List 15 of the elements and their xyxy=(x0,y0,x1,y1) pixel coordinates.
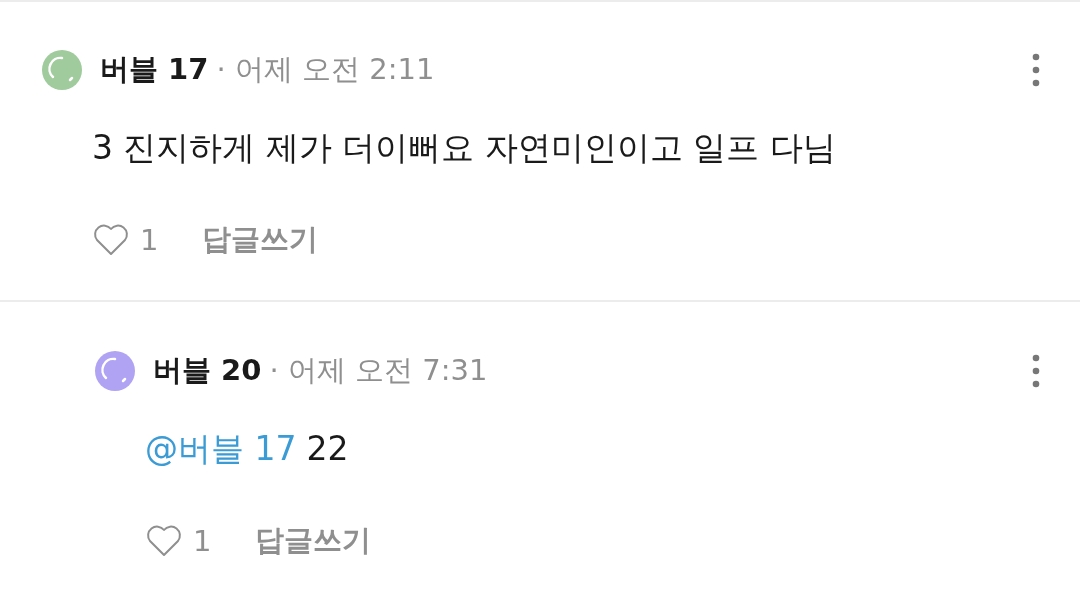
more-options-icon[interactable] xyxy=(1032,354,1040,388)
reply-button[interactable]: 답글쓰기 xyxy=(202,220,319,260)
mention-link[interactable]: @버블 17 xyxy=(145,429,297,468)
like-count: 1 xyxy=(140,223,159,257)
heart-icon[interactable] xyxy=(92,223,130,257)
comment-time: · 어제 오전 7:31 xyxy=(269,352,488,389)
comment-text: 22 xyxy=(306,429,349,468)
heart-icon[interactable] xyxy=(145,524,183,558)
comment-time: · 어제 오전 2:11 xyxy=(216,51,435,88)
reply-button[interactable]: 답글쓰기 xyxy=(255,521,372,561)
author-name[interactable]: 버블 20 xyxy=(153,351,262,391)
author-name[interactable]: 버블 17 xyxy=(100,50,209,90)
like-count: 1 xyxy=(193,524,212,558)
comment-text: 3 진지하게 제가 더이뻐요 자연미인이고 일프 다님 xyxy=(92,128,836,167)
more-options-icon[interactable] xyxy=(1032,53,1040,87)
